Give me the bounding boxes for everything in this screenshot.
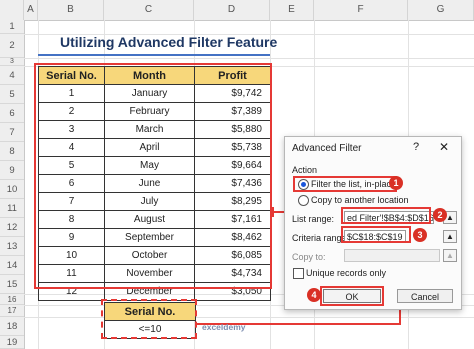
- row-header[interactable]: 16: [0, 294, 24, 305]
- column-header-f[interactable]: F: [314, 0, 408, 20]
- row-header[interactable]: 11: [0, 199, 24, 218]
- arrow-head: [272, 207, 274, 217]
- page-title: Utilizing Advanced Filter Feature: [60, 34, 278, 50]
- list-range-highlight: [34, 63, 272, 289]
- copy-to-label: Copy to:: [292, 252, 326, 262]
- list-range-field-highlight: [341, 207, 431, 224]
- gridline: [24, 317, 474, 318]
- collapse-range-icon[interactable]: ▲: [443, 230, 457, 243]
- column-header-e[interactable]: E: [270, 0, 314, 20]
- row-header[interactable]: 2: [0, 34, 24, 58]
- row-header[interactable]: 13: [0, 237, 24, 256]
- row-header[interactable]: 3: [0, 58, 24, 66]
- row-header[interactable]: 4: [0, 66, 24, 85]
- row-header[interactable]: 7: [0, 123, 24, 142]
- row-header[interactable]: 17: [0, 305, 24, 317]
- step-badge-1: 1: [389, 176, 403, 190]
- select-all-corner[interactable]: [0, 0, 24, 20]
- row-header[interactable]: 6: [0, 104, 24, 123]
- step-badge-4: 4: [307, 288, 321, 302]
- row-header[interactable]: 18: [0, 317, 24, 336]
- column-header-a[interactable]: A: [24, 0, 38, 20]
- step-badge-2: 2: [433, 208, 447, 222]
- row-header[interactable]: 9: [0, 161, 24, 180]
- list-range-label: List range:: [292, 214, 335, 224]
- row-header-bar: 1 2 3 4 5 6 7 8 9 10 11 12 13 14 15 16 1…: [0, 20, 25, 349]
- copy-location-radio[interactable]: [298, 195, 309, 206]
- dialog-title: Advanced Filter: [292, 143, 362, 154]
- row-header[interactable]: 10: [0, 180, 24, 199]
- row-header[interactable]: 19: [0, 336, 24, 349]
- column-header-c[interactable]: C: [104, 0, 194, 20]
- copy-location-label[interactable]: Copy to another location: [311, 195, 409, 205]
- title-underline: [38, 54, 270, 56]
- gridline: [24, 58, 474, 59]
- criteria-range-field-highlight: [341, 226, 411, 243]
- column-header-d[interactable]: D: [194, 0, 270, 20]
- unique-records-label[interactable]: Unique records only: [306, 268, 386, 278]
- criteria-range-highlight: [101, 299, 197, 339]
- row-header[interactable]: 8: [0, 142, 24, 161]
- ok-highlight: [320, 286, 384, 306]
- action-label: Action: [292, 165, 318, 175]
- collapse-range-icon[interactable]: ▲: [443, 249, 457, 262]
- column-header-b[interactable]: B: [38, 0, 104, 20]
- cancel-button[interactable]: Cancel: [397, 289, 453, 303]
- row-header[interactable]: 5: [0, 85, 24, 104]
- help-icon[interactable]: ?: [413, 141, 419, 153]
- row-header[interactable]: 14: [0, 256, 24, 275]
- row-header[interactable]: 15: [0, 275, 24, 294]
- row-header[interactable]: 12: [0, 218, 24, 237]
- unique-records-checkbox[interactable]: [293, 268, 304, 279]
- filter-in-place-radio[interactable]: [298, 179, 309, 190]
- copy-to-input[interactable]: [344, 249, 440, 262]
- row-header[interactable]: 1: [0, 20, 24, 34]
- column-header-g[interactable]: G: [408, 0, 474, 20]
- close-icon[interactable]: ✕: [439, 140, 449, 154]
- filter-in-place-label[interactable]: Filter the list, in-place: [311, 179, 396, 189]
- step-badge-3: 3: [413, 228, 427, 242]
- column-header-bar: A B C D E F G: [0, 0, 474, 21]
- exceldemy-logo: exceldemy: [202, 322, 246, 332]
